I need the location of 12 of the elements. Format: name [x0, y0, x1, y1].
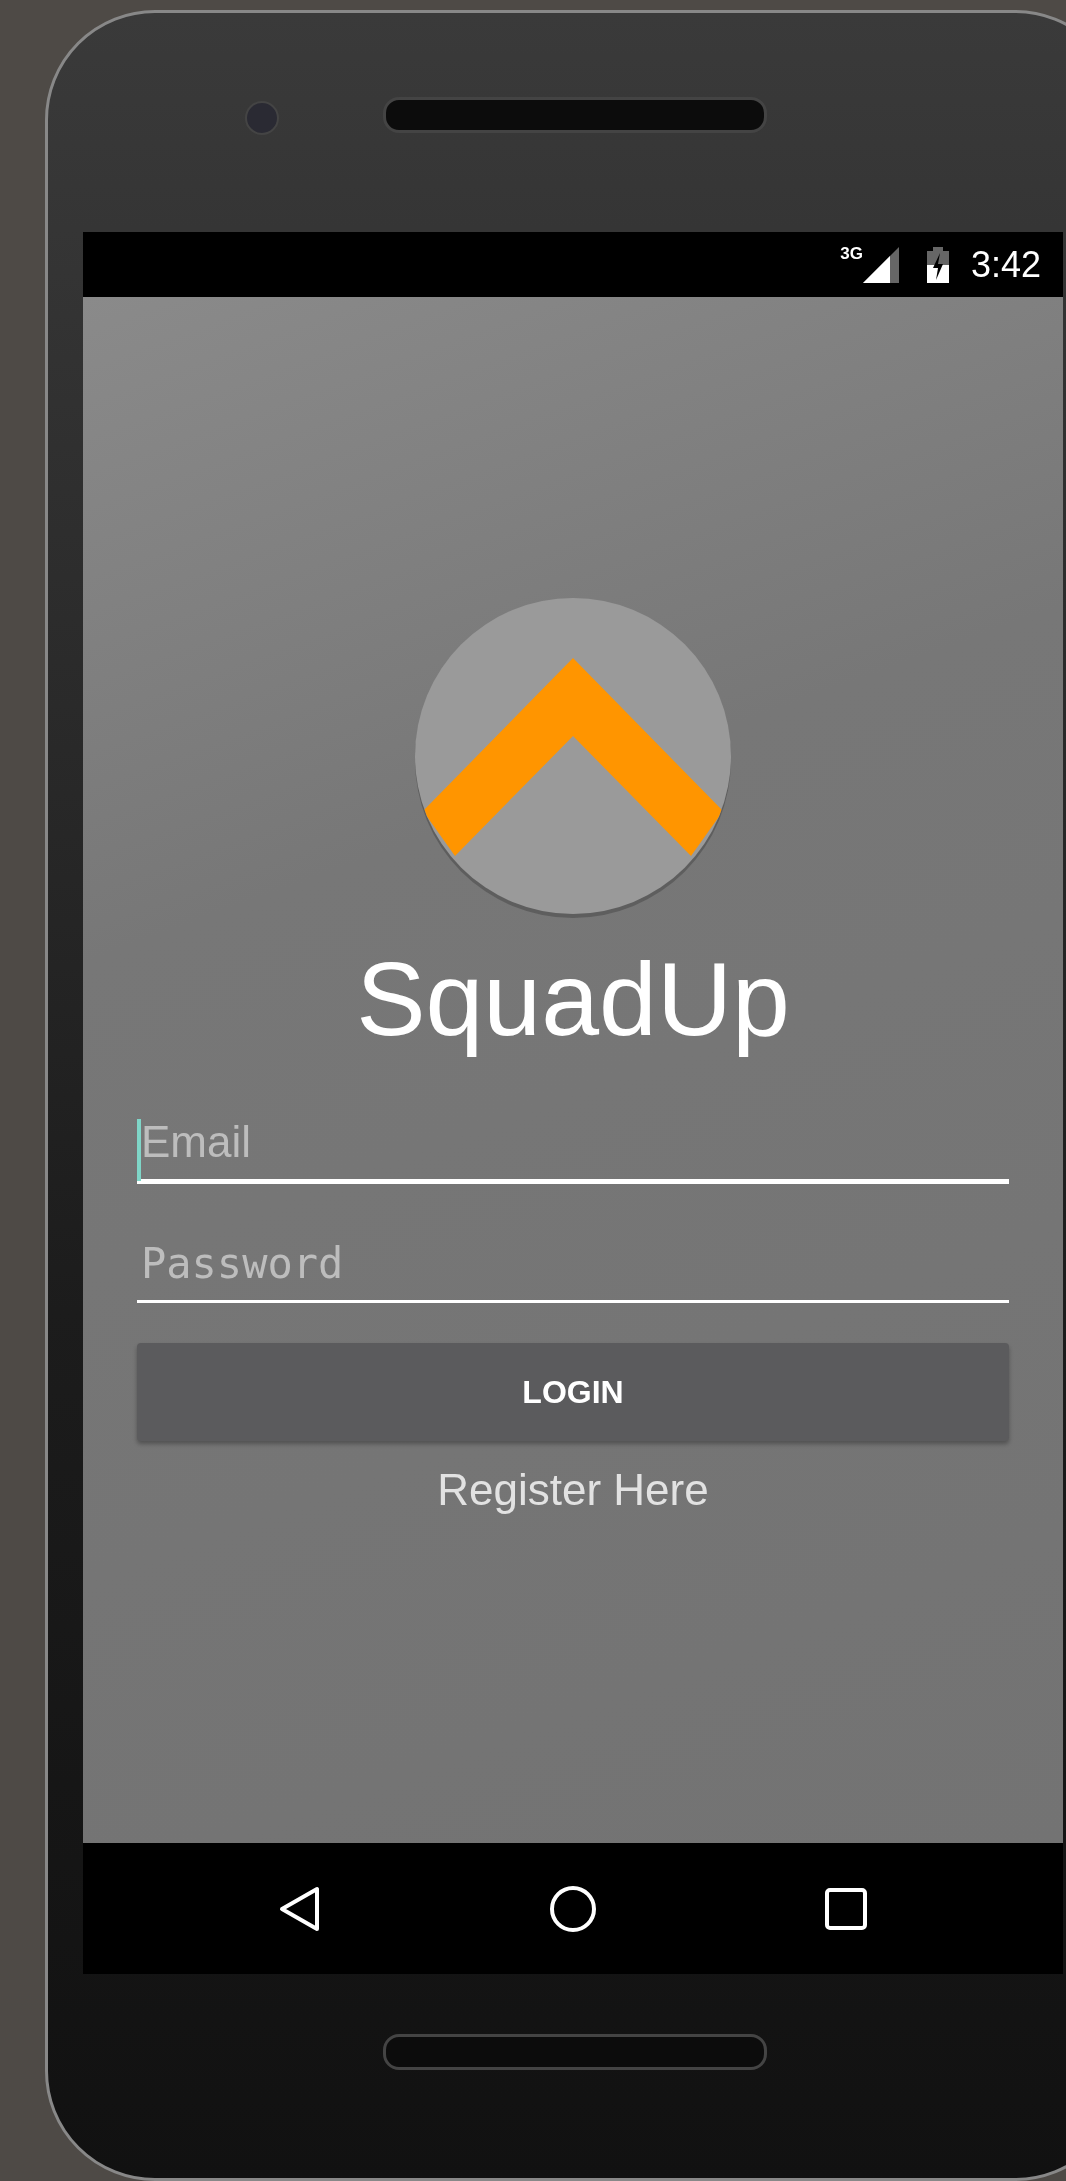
clock-time: 3:42: [970, 243, 1041, 286]
app-title: SquadUp: [356, 940, 790, 1059]
camera-lens: [245, 101, 279, 135]
battery-charging-icon: [926, 246, 949, 283]
register-link[interactable]: Register Here: [437, 1465, 709, 1515]
network-type: 3G: [840, 244, 863, 264]
signal-icon: [862, 246, 899, 283]
home-icon[interactable]: [548, 1883, 598, 1934]
input-field[interactable]: Email: [137, 1117, 1009, 1184]
text-cursor: [137, 1119, 141, 1181]
input-field[interactable]: Password: [137, 1239, 1009, 1303]
login-button[interactable]: LOGIN: [137, 1343, 1009, 1441]
